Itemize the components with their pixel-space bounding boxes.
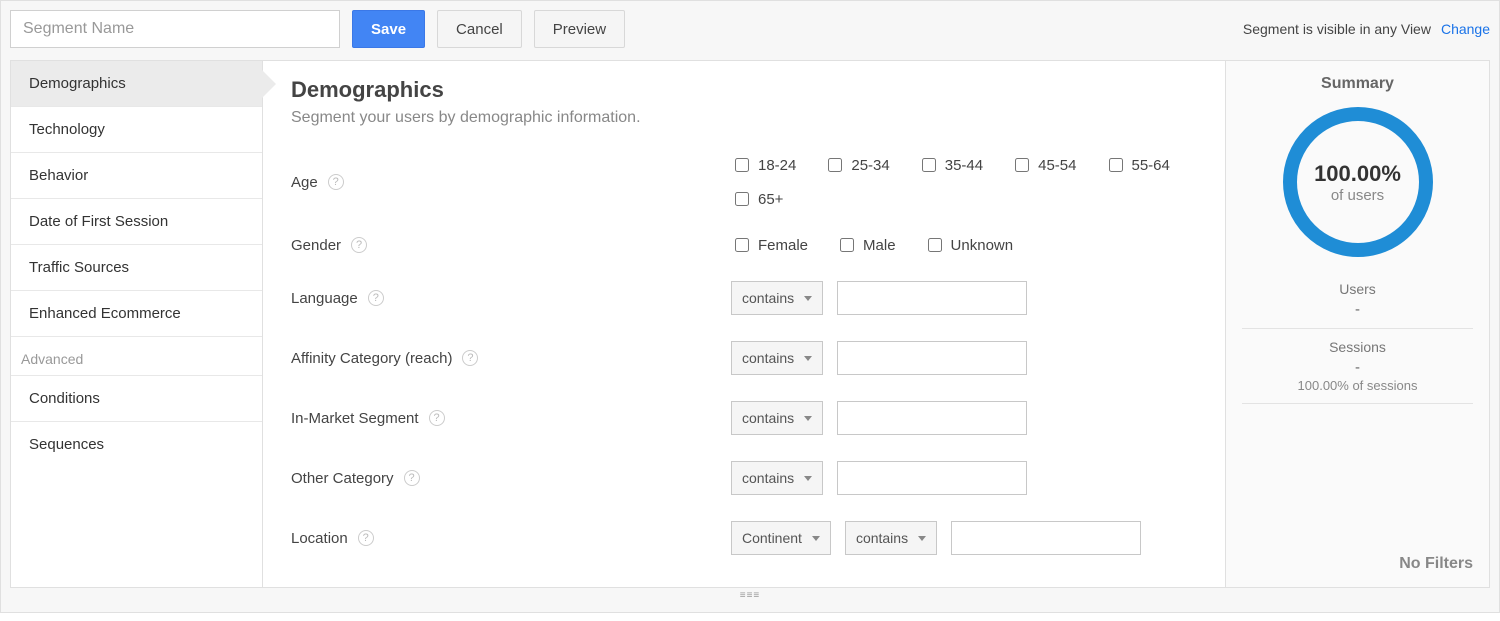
sidebar-item-technology[interactable]: Technology <box>11 107 262 153</box>
language-value-input[interactable] <box>837 281 1027 315</box>
sidebar-item-first-session[interactable]: Date of First Session <box>11 199 262 245</box>
age-18-24-checkbox[interactable]: 18-24 <box>731 155 796 175</box>
inmarket-value-input[interactable] <box>837 401 1027 435</box>
location-operator-dropdown[interactable]: contains <box>845 521 937 555</box>
panel-title: Demographics <box>291 77 1197 103</box>
location-label: Location <box>291 530 348 547</box>
row-inmarket: In-Market Segment ? contains <box>291 401 1197 435</box>
age-35-44-checkbox[interactable]: 35-44 <box>918 155 983 175</box>
segment-toolbar: Save Cancel Preview Segment is visible i… <box>10 10 1490 48</box>
summary-percent: 100.00% <box>1314 161 1401 187</box>
segment-name-input[interactable] <box>10 10 340 48</box>
sidebar-item-demographics[interactable]: Demographics <box>11 61 262 107</box>
other-label: Other Category <box>291 470 394 487</box>
gender-female-checkbox[interactable]: Female <box>731 235 808 255</box>
summary-of-users: of users <box>1331 187 1384 204</box>
sidebar-item-traffic-sources[interactable]: Traffic Sources <box>11 245 262 291</box>
other-value-input[interactable] <box>837 461 1027 495</box>
summary-users-label: Users <box>1242 281 1473 297</box>
chevron-down-icon <box>804 356 812 361</box>
change-visibility-link[interactable]: Change <box>1441 21 1490 37</box>
age-55-64-checkbox[interactable]: 55-64 <box>1105 155 1170 175</box>
row-other: Other Category ? contains <box>291 461 1197 495</box>
summary-title: Summary <box>1242 75 1473 93</box>
sidebar-item-behavior[interactable]: Behavior <box>11 153 262 199</box>
age-45-54-checkbox[interactable]: 45-54 <box>1011 155 1076 175</box>
preview-button[interactable]: Preview <box>534 10 625 48</box>
help-icon[interactable]: ? <box>368 290 384 306</box>
location-field-dropdown[interactable]: Continent <box>731 521 831 555</box>
help-icon[interactable]: ? <box>462 350 478 366</box>
chevron-down-icon <box>804 296 812 301</box>
gender-label: Gender <box>291 237 341 254</box>
help-icon[interactable]: ? <box>351 237 367 253</box>
language-label: Language <box>291 290 358 307</box>
age-label: Age <box>291 174 318 191</box>
summary-sessions-extra: 100.00% of sessions <box>1242 378 1473 393</box>
sidebar-item-enhanced-ecommerce[interactable]: Enhanced Ecommerce <box>11 291 262 337</box>
affinity-label: Affinity Category (reach) <box>291 350 452 367</box>
chevron-down-icon <box>804 416 812 421</box>
segment-sidebar: Demographics Technology Behavior Date of… <box>11 61 263 587</box>
save-button[interactable]: Save <box>352 10 425 48</box>
help-icon[interactable]: ? <box>358 530 374 546</box>
row-affinity: Affinity Category (reach) ? contains <box>291 341 1197 375</box>
row-language: Language ? contains <box>291 281 1197 315</box>
inmarket-label: In-Market Segment <box>291 410 419 427</box>
other-operator-dropdown[interactable]: contains <box>731 461 823 495</box>
summary-panel: Summary 100.00% of users Users - Session… <box>1225 61 1489 587</box>
affinity-operator-dropdown[interactable]: contains <box>731 341 823 375</box>
summary-users-value: - <box>1242 301 1473 318</box>
age-65plus-checkbox[interactable]: 65+ <box>731 189 783 209</box>
cancel-button[interactable]: Cancel <box>437 10 522 48</box>
visibility-label: Segment is visible in any View <box>1243 21 1431 37</box>
help-icon[interactable]: ? <box>328 174 344 190</box>
summary-sessions-label: Sessions <box>1242 339 1473 355</box>
inmarket-operator-dropdown[interactable]: contains <box>731 401 823 435</box>
gender-unknown-checkbox[interactable]: Unknown <box>924 235 1014 255</box>
summary-no-filters: No Filters <box>1242 555 1473 573</box>
sidebar-group-advanced: Advanced <box>11 337 262 376</box>
demographics-panel: Demographics Segment your users by demog… <box>263 61 1225 587</box>
resize-grip-icon[interactable]: ≡≡≡ <box>10 588 1490 603</box>
panel-subtitle: Segment your users by demographic inform… <box>291 109 1197 127</box>
help-icon[interactable]: ? <box>404 470 420 486</box>
gender-male-checkbox[interactable]: Male <box>836 235 896 255</box>
location-value-input[interactable] <box>951 521 1141 555</box>
chevron-down-icon <box>812 536 820 541</box>
sidebar-item-conditions[interactable]: Conditions <box>11 376 262 422</box>
affinity-value-input[interactable] <box>837 341 1027 375</box>
sidebar-item-sequences[interactable]: Sequences <box>11 422 262 467</box>
summary-ring-chart: 100.00% of users <box>1283 107 1433 257</box>
age-25-34-checkbox[interactable]: 25-34 <box>824 155 889 175</box>
row-gender: Gender ? Female Male Unknown <box>291 235 1197 255</box>
row-location: Location ? Continent contains <box>291 521 1197 555</box>
chevron-down-icon <box>918 536 926 541</box>
summary-sessions-value: - <box>1242 359 1473 376</box>
chevron-down-icon <box>804 476 812 481</box>
help-icon[interactable]: ? <box>429 410 445 426</box>
language-operator-dropdown[interactable]: contains <box>731 281 823 315</box>
row-age: Age ? 18-24 25-34 35-44 45-54 55-64 65+ <box>291 155 1197 209</box>
